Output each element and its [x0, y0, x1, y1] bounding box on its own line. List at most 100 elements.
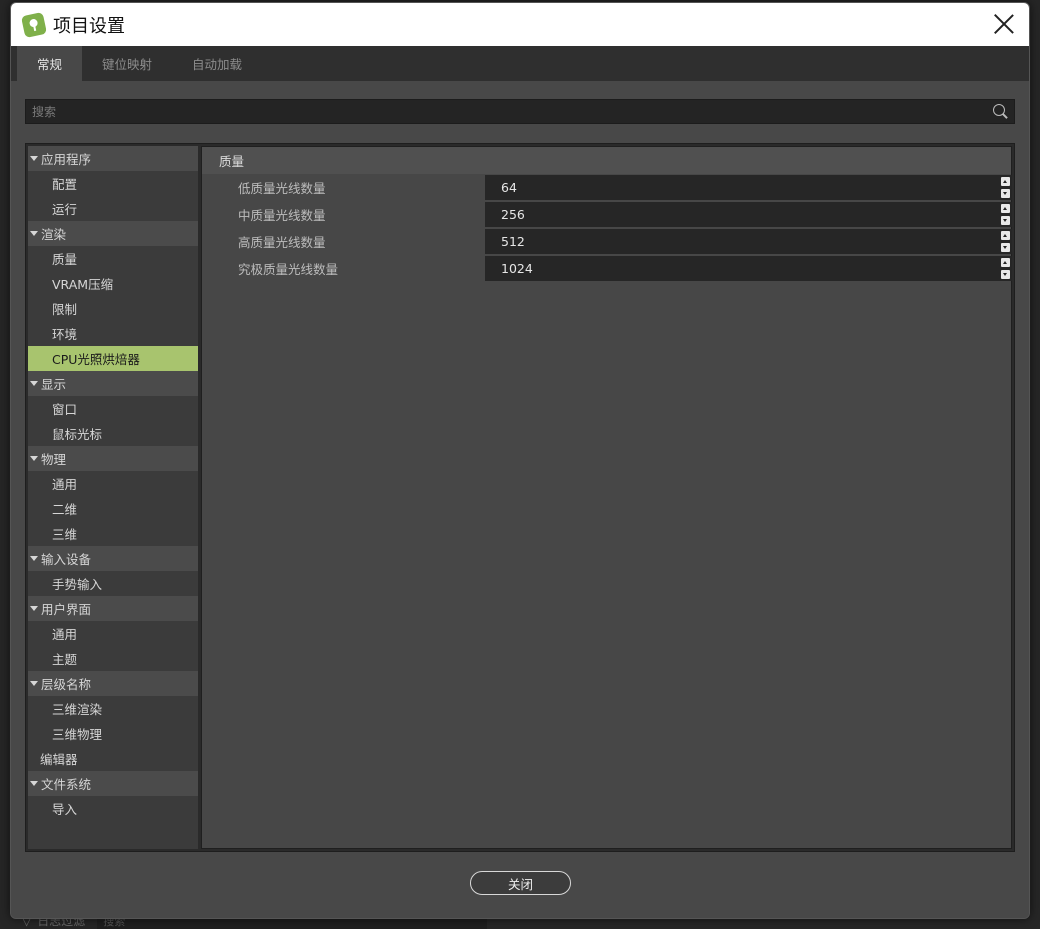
property-value-field	[485, 229, 1012, 254]
close-button[interactable]: 关闭	[470, 871, 571, 895]
ray-count-input[interactable]	[485, 180, 985, 195]
property-row: 究极质量光线数量	[202, 255, 1012, 282]
sidebar-item-label: 导入	[52, 802, 78, 817]
sidebar-item-label: 编辑器	[40, 752, 78, 767]
sidebar-item-label: 显示	[41, 377, 67, 392]
sidebar-item-label: 用户界面	[41, 602, 92, 617]
expand-arrow-icon[interactable]	[30, 556, 38, 561]
property-value-field	[485, 202, 1012, 227]
sidebar-item-label: 应用程序	[41, 152, 92, 167]
sidebar-item-0[interactable]: 应用程序	[28, 146, 198, 171]
search-input[interactable]	[26, 100, 1014, 123]
property-label: 中质量光线数量	[238, 208, 326, 223]
sidebar-item-label: 三维	[52, 527, 78, 542]
tab-1[interactable]: 键位映射	[82, 46, 172, 81]
increment-arrow-icon[interactable]	[1001, 177, 1010, 186]
property-value-field	[485, 256, 1012, 281]
sidebar-item-label: 限制	[52, 302, 78, 317]
sidebar-item-24[interactable]: 编辑器	[28, 746, 198, 771]
settings-panel: 应用程序配置运行渲染质量 VRAM压缩限制环境 CPU光照烘焙器显示窗口鼠标光标物理…	[25, 143, 1015, 852]
project-settings-dialog: 项目设置 常规键位映射自动加载 应用程序配置运行渲染质量 VRAM压缩限制环境 CP…	[10, 2, 1030, 919]
sidebar-item-label: 手势输入	[52, 577, 103, 592]
expand-arrow-icon[interactable]	[30, 781, 38, 786]
sidebar-item-7[interactable]: 环境	[28, 321, 198, 346]
settings-sidebar: 应用程序配置运行渲染质量 VRAM压缩限制环境 CPU光照烘焙器显示窗口鼠标光标物理…	[28, 146, 198, 849]
property-value-field	[485, 175, 1012, 200]
ray-count-input[interactable]	[485, 261, 985, 276]
sidebar-item-13[interactable]: 通用	[28, 471, 198, 496]
title-bar: 项目设置	[11, 3, 1029, 46]
app-logo-icon	[20, 11, 48, 38]
spinbox-arrows	[1001, 177, 1010, 198]
increment-arrow-icon[interactable]	[1001, 204, 1010, 213]
tab-0[interactable]: 常规	[17, 46, 83, 81]
spinbox-arrows	[1001, 204, 1010, 225]
sidebar-item-10[interactable]: 窗口	[28, 396, 198, 421]
expand-arrow-icon[interactable]	[30, 156, 38, 161]
decrement-arrow-icon[interactable]	[1001, 243, 1010, 252]
sidebar-item-15[interactable]: 三维	[28, 521, 198, 546]
sidebar-item-9[interactable]: 显示	[28, 371, 198, 396]
content-area: 应用程序配置运行渲染质量 VRAM压缩限制环境 CPU光照烘焙器显示窗口鼠标光标物理…	[11, 81, 1029, 918]
sidebar-item-label: 环境	[52, 327, 78, 342]
property-list: 低质量光线数量中质量光线数量高质量光线数量究极质量光线数量	[202, 174, 1012, 282]
decrement-arrow-icon[interactable]	[1001, 270, 1010, 279]
sidebar-item-label: CPU光照烘焙器	[52, 352, 140, 367]
sidebar-item-label: 通用	[52, 627, 78, 642]
property-label: 高质量光线数量	[238, 235, 326, 250]
expand-arrow-icon[interactable]	[30, 381, 38, 386]
sidebar-item-19[interactable]: 通用	[28, 621, 198, 646]
sidebar-item-label: 文件系统	[41, 777, 92, 792]
sidebar-item-label: 层级名称	[41, 677, 92, 692]
expand-arrow-icon[interactable]	[30, 456, 38, 461]
search-icon[interactable]	[993, 104, 1008, 119]
sidebar-item-6[interactable]: 限制	[28, 296, 198, 321]
sidebar-item-3[interactable]: 渲染	[28, 221, 198, 246]
expand-arrow-icon[interactable]	[30, 606, 38, 611]
sidebar-item-14[interactable]: 二维	[28, 496, 198, 521]
decrement-arrow-icon[interactable]	[1001, 189, 1010, 198]
sidebar-item-16[interactable]: 输入设备	[28, 546, 198, 571]
sidebar-item-17[interactable]: 手势输入	[28, 571, 198, 596]
close-window-button[interactable]	[993, 13, 1015, 35]
sidebar-item-26[interactable]: 导入	[28, 796, 198, 821]
tab-2[interactable]: 自动加载	[172, 46, 262, 81]
sidebar-item-label: 通用	[52, 477, 78, 492]
sidebar-item-1[interactable]: 配置	[28, 171, 198, 196]
tab-bar: 常规 键位映射 自动加载	[11, 46, 1029, 81]
sidebar-item-22[interactable]: 三维渲染	[28, 696, 198, 721]
expand-arrow-icon[interactable]	[30, 231, 38, 236]
sidebar-item-11[interactable]: 鼠标光标	[28, 421, 198, 446]
sidebar-item-8[interactable]: CPU光照烘焙器	[28, 346, 198, 371]
sidebar-item-label: 质量	[52, 252, 78, 267]
sidebar-item-label: 二维	[52, 502, 78, 517]
sidebar-item-25[interactable]: 文件系统	[28, 771, 198, 796]
sidebar-item-18[interactable]: 用户界面	[28, 596, 198, 621]
sidebar-item-label: 主题	[52, 652, 78, 667]
property-label: 低质量光线数量	[238, 181, 326, 196]
sidebar-item-label: 渲染	[41, 227, 67, 242]
increment-arrow-icon[interactable]	[1001, 231, 1010, 240]
sidebar-item-21[interactable]: 层级名称	[28, 671, 198, 696]
sidebar-item-label: 鼠标光标	[52, 427, 103, 442]
property-inspector: 质量 低质量光线数量中质量光线数量高质量光线数量究极质量光线数量	[201, 146, 1012, 849]
sidebar-item-23[interactable]: 三维物理	[28, 721, 198, 746]
sidebar-item-label: 配置	[52, 177, 78, 192]
sidebar-item-label: 三维渲染	[52, 702, 103, 717]
spinbox-arrows	[1001, 231, 1010, 252]
ray-count-input[interactable]	[485, 234, 985, 249]
sidebar-item-4[interactable]: 质量	[28, 246, 198, 271]
sidebar-item-12[interactable]: 物理	[28, 446, 198, 471]
sidebar-item-label: 窗口	[52, 402, 78, 417]
expand-arrow-icon[interactable]	[30, 681, 38, 686]
sidebar-item-5[interactable]: VRAM压缩	[28, 271, 198, 296]
property-row: 高质量光线数量	[202, 228, 1012, 255]
sidebar-item-label: 物理	[41, 452, 67, 467]
sidebar-item-2[interactable]: 运行	[28, 196, 198, 221]
decrement-arrow-icon[interactable]	[1001, 216, 1010, 225]
sidebar-item-20[interactable]: 主题	[28, 646, 198, 671]
increment-arrow-icon[interactable]	[1001, 258, 1010, 267]
dialog-footer: 关闭	[11, 852, 1029, 918]
ray-count-input[interactable]	[485, 207, 985, 222]
property-row: 低质量光线数量	[202, 174, 1012, 201]
